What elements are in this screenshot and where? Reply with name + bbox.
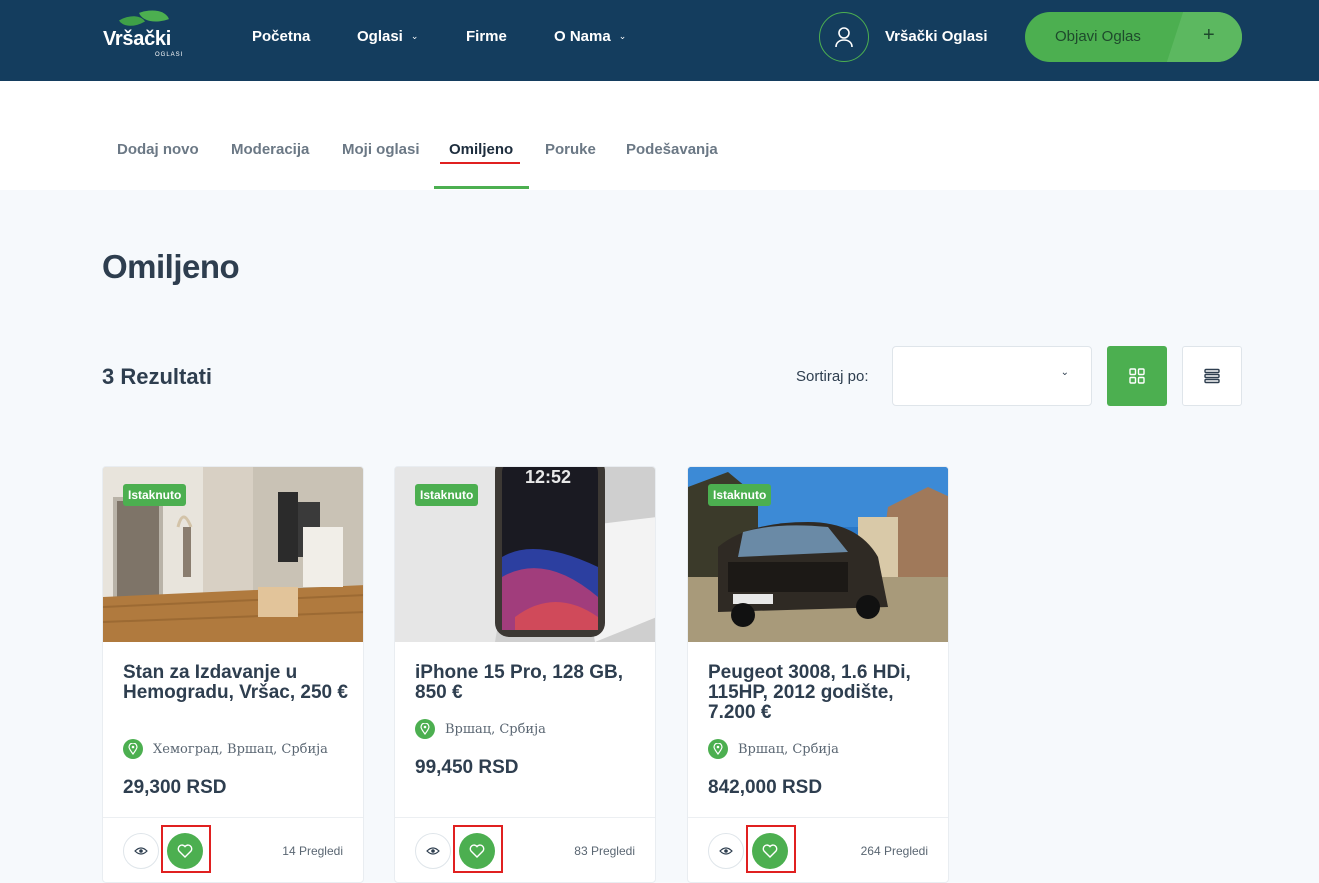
tab-add-new[interactable]: Dodaj novo xyxy=(117,141,199,158)
page-title: Omiljeno xyxy=(102,248,240,285)
tab-settings[interactable]: Podešavanja xyxy=(626,141,718,158)
view-count: 264 Pregledi xyxy=(860,844,928,858)
chevron-down-icon: ⌄ xyxy=(410,31,419,41)
view-button[interactable] xyxy=(708,833,744,869)
tab-favorites[interactable]: Omiljeno xyxy=(449,141,513,158)
sort-label: Sortiraj po: xyxy=(796,368,869,385)
user-name-link[interactable]: Vršački Oglasi xyxy=(885,28,988,45)
grid-icon xyxy=(1129,368,1145,384)
view-button[interactable] xyxy=(415,833,451,869)
post-ad-label: Objavi Oglas xyxy=(1055,28,1141,45)
listing-image[interactable]: Istaknuto xyxy=(103,467,363,642)
view-count: 83 Pregledi xyxy=(574,844,635,858)
location-pin-icon xyxy=(123,739,143,759)
results-count: 3 Rezultati xyxy=(102,364,213,389)
user-icon xyxy=(835,27,853,48)
listing-title[interactable]: Stan za Izdavanje u Hemogradu, Vršac, 25… xyxy=(123,663,348,703)
active-tab-indicator xyxy=(434,186,529,189)
active-tab-highlight xyxy=(440,162,520,164)
chevron-down-icon: ⌄ xyxy=(618,31,627,41)
grid-view-button[interactable] xyxy=(1107,346,1167,406)
listing-location: Вршац, Србија xyxy=(708,739,839,759)
listing-price: 842,000 RSD xyxy=(708,777,823,798)
site-header: Vršački OGLASI Početna Oglasi ⌄ Firme O … xyxy=(0,0,1319,81)
listing-card[interactable]: Istaknuto Stan za Izdavanje u Hemogradu,… xyxy=(102,466,364,883)
eye-icon xyxy=(719,847,733,855)
nav-companies[interactable]: Firme xyxy=(466,28,507,45)
featured-badge: Istaknuto xyxy=(415,484,479,506)
site-logo[interactable]: Vršački OGLASI xyxy=(103,4,195,60)
card-divider xyxy=(103,817,363,818)
view-button[interactable] xyxy=(123,833,159,869)
favorite-highlight xyxy=(746,825,796,873)
account-tabs: Dodaj novo Moderacija Moji oglasi Omilje… xyxy=(0,81,1319,190)
favorite-highlight xyxy=(161,825,211,873)
nav-home-label: Početna xyxy=(252,28,311,45)
nav-companies-label: Firme xyxy=(466,28,507,45)
card-divider xyxy=(688,817,948,818)
nav-about[interactable]: O Nama ⌄ xyxy=(554,28,626,45)
listing-image[interactable]: Istaknuto xyxy=(688,467,948,642)
leaf-icon xyxy=(139,4,169,28)
location-pin-icon xyxy=(708,739,728,759)
list-view-button[interactable] xyxy=(1182,346,1242,406)
location-text: Хемоград, Вршац, Србија xyxy=(153,741,328,757)
nav-home[interactable]: Početna xyxy=(252,28,310,45)
listing-title[interactable]: Peugeot 3008, 1.6 HDi, 115HP, 2012 godiš… xyxy=(708,663,933,723)
sort-select[interactable]: ⌄ xyxy=(892,346,1092,406)
chevron-down-icon: ⌄ xyxy=(1060,367,1069,378)
post-ad-button[interactable]: Objavi Oglas + xyxy=(1025,12,1242,62)
featured-badge: Istaknuto xyxy=(708,484,772,506)
nav-ads[interactable]: Oglasi ⌄ xyxy=(357,28,418,45)
listing-title[interactable]: iPhone 15 Pro, 128 GB, 850 € xyxy=(415,663,640,703)
location-text: Вршац, Србија xyxy=(445,721,546,737)
featured-badge: Istaknuto xyxy=(123,484,187,506)
listing-image[interactable]: 12:52 Istaknuto xyxy=(395,467,655,642)
eye-icon xyxy=(134,847,148,855)
user-avatar-button[interactable] xyxy=(819,12,869,62)
favorite-highlight xyxy=(453,825,503,873)
phone-screen-time: 12:52 xyxy=(525,467,572,487)
listing-location: Хемоград, Вршац, Србија xyxy=(123,739,328,759)
tab-moderation[interactable]: Moderacija xyxy=(231,141,309,158)
listing-price: 99,450 RSD xyxy=(415,757,519,778)
logo-subtext: OGLASI xyxy=(155,52,184,58)
view-count: 14 Pregledi xyxy=(282,844,343,858)
tab-my-ads[interactable]: Moji oglasi xyxy=(342,141,420,158)
card-divider xyxy=(395,817,655,818)
listing-location: Вршац, Србија xyxy=(415,719,546,739)
listing-price: 29,300 RSD xyxy=(123,777,227,798)
nav-ads-label: Oglasi xyxy=(357,28,403,45)
location-pin-icon xyxy=(415,719,435,739)
location-text: Вршац, Србија xyxy=(738,741,839,757)
nav-about-label: O Nama xyxy=(554,28,611,45)
tab-messages[interactable]: Poruke xyxy=(545,141,596,158)
eye-icon xyxy=(426,847,440,855)
logo-text: Vršački xyxy=(103,28,171,50)
plus-icon: + xyxy=(1203,24,1215,46)
listing-card[interactable]: 12:52 Istaknuto iPhone 15 Pro, 128 GB, 8… xyxy=(394,466,656,883)
list-icon xyxy=(1204,368,1220,384)
listing-card[interactable]: Istaknuto Peugeot 3008, 1.6 HDi, 115HP, … xyxy=(687,466,949,883)
